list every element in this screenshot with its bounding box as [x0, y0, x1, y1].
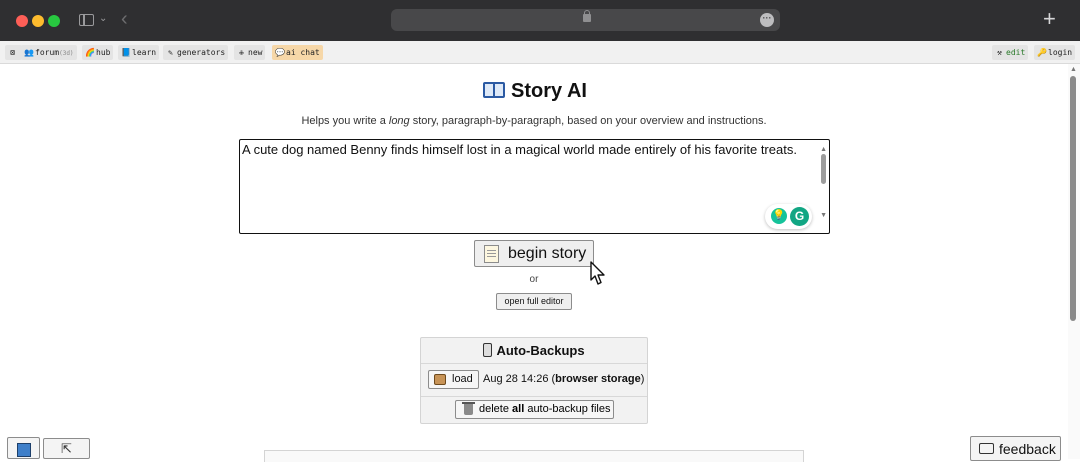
- image-tool-button[interactable]: [7, 437, 40, 459]
- page-title-text: Story AI: [511, 80, 587, 102]
- bookmark-label: generators: [177, 48, 226, 57]
- open-full-editor-button[interactable]: open full editor: [496, 293, 572, 310]
- bookmark-label: login: [1048, 48, 1073, 57]
- bookmark-label: ai chat: [286, 48, 320, 57]
- plus-icon: ✙: [239, 48, 244, 57]
- scroll-up-icon[interactable]: ▲: [1070, 66, 1077, 73]
- key-icon: 🔑: [1037, 48, 1047, 57]
- subtitle-text-end: story, paragraph-by-paragraph, based on …: [409, 115, 767, 127]
- people-icon: 👥: [24, 48, 34, 57]
- bookmark-label: new: [248, 48, 263, 57]
- auto-backups-title: Auto-Backups: [496, 343, 585, 358]
- delete-label-end: auto-backup files: [524, 403, 611, 415]
- backup-storage: browser storage: [555, 373, 641, 385]
- delete-row: delete all auto-backup files: [421, 397, 647, 423]
- bookmark-badge: (3d): [59, 50, 74, 57]
- bookmark-edit[interactable]: ⚒ edit: [992, 45, 1029, 60]
- load-label: load: [452, 373, 473, 385]
- delete-label-bold: all: [512, 403, 525, 415]
- back-arrow-icon[interactable]: ‹: [121, 8, 128, 31]
- delete-all-backups-button[interactable]: delete all auto-backup files: [455, 400, 614, 419]
- tools-icon: ⚒: [997, 48, 1002, 57]
- zoom-window-button[interactable]: [48, 15, 60, 27]
- story-overview-text: A cute dog named Benny finds himself los…: [242, 142, 797, 157]
- bookmark-home[interactable]: ⊠: [5, 45, 22, 60]
- page-subtitle: Helps you write a long story, paragraph-…: [0, 115, 1068, 127]
- page-title: Story AI: [0, 80, 1070, 103]
- backup-paren: ): [640, 373, 645, 385]
- bookmark-forum[interactable]: 👥forum(3d): [21, 45, 77, 60]
- bookmark-generators[interactable]: ✎ generators: [163, 45, 229, 60]
- page-scroll-thumb[interactable]: [1070, 76, 1076, 321]
- backup-entry: load Aug 28 14:26 (browser storage): [421, 364, 647, 397]
- subtitle-text: Helps you write a: [301, 115, 389, 127]
- feedback-label: feedback: [999, 441, 1056, 457]
- auto-backups-panel: Auto-Backups load Aug 28 14:26 (browser …: [420, 337, 648, 424]
- close-window-button[interactable]: [16, 15, 28, 27]
- bookmark-learn[interactable]: 📘learn: [118, 45, 160, 60]
- trash-icon: [462, 402, 475, 415]
- grammarly-widget[interactable]: 💡 G: [765, 204, 812, 229]
- address-bar[interactable]: ···: [391, 9, 780, 31]
- pencil-icon: ✎: [168, 48, 173, 57]
- browser-titlebar: ⌄ ‹ ··· +: [0, 0, 1080, 41]
- chevron-down-icon[interactable]: ⌄: [99, 13, 107, 24]
- subtitle-emphasis: long: [388, 115, 410, 127]
- feedback-button[interactable]: feedback: [970, 436, 1061, 461]
- backup-timestamp: Aug 28 14:26 (browser storage): [483, 373, 644, 385]
- lightbulb-icon[interactable]: 💡: [771, 208, 787, 224]
- bookmark-label: forum: [35, 48, 60, 57]
- story-overview-input[interactable]: A cute dog named Benny finds himself los…: [239, 139, 830, 234]
- bookmark-login[interactable]: 🔑login: [1034, 45, 1076, 60]
- bookmarks-bar: ⊠ 👥forum(3d) 🌈hub 📘learn ✎ generators ✙ ne…: [0, 41, 1080, 64]
- memo-icon: [484, 245, 499, 263]
- grammarly-icon[interactable]: G: [790, 207, 809, 226]
- minimize-window-button[interactable]: [32, 15, 44, 27]
- speech-bubble-icon: [979, 443, 994, 454]
- package-icon: [434, 374, 446, 385]
- textarea-scrollbar[interactable]: [821, 154, 826, 184]
- load-backup-button[interactable]: load: [428, 370, 479, 389]
- picture-icon: [17, 443, 31, 457]
- bookmark-label: hub: [96, 48, 111, 57]
- open-book-icon: [483, 82, 506, 98]
- sidebar-toggle-icon[interactable]: [79, 14, 94, 26]
- begin-story-button[interactable]: begin story: [474, 240, 594, 267]
- page-scrollbar[interactable]: ▲: [1068, 64, 1080, 459]
- bookmark-hub[interactable]: 🌈hub: [82, 45, 114, 60]
- phone-icon: [483, 343, 493, 357]
- scroll-down-icon[interactable]: ▼: [820, 208, 827, 224]
- new-tab-button[interactable]: +: [1043, 7, 1056, 31]
- bookmark-new[interactable]: ✙ new: [234, 45, 266, 60]
- home-icon: ⊠: [10, 48, 15, 57]
- or-separator: or: [529, 274, 539, 285]
- lower-panel: [264, 450, 804, 462]
- bookmark-label: learn: [132, 48, 157, 57]
- collapse-button[interactable]: ⇱: [43, 438, 90, 459]
- lock-icon: [583, 10, 591, 22]
- rainbow-icon: 🌈: [85, 48, 95, 57]
- book-icon: 📘: [121, 48, 131, 57]
- chat-icon: 💬: [275, 48, 285, 57]
- backup-date: Aug 28 14:26 (: [483, 373, 556, 385]
- bookmark-label: edit: [1006, 48, 1026, 57]
- delete-label: delete: [479, 403, 513, 415]
- more-options-icon[interactable]: ···: [760, 13, 774, 27]
- auto-backups-header: Auto-Backups: [421, 338, 647, 364]
- begin-story-label: begin story: [508, 245, 587, 262]
- bookmark-ai-chat[interactable]: 💬ai chat: [272, 45, 323, 60]
